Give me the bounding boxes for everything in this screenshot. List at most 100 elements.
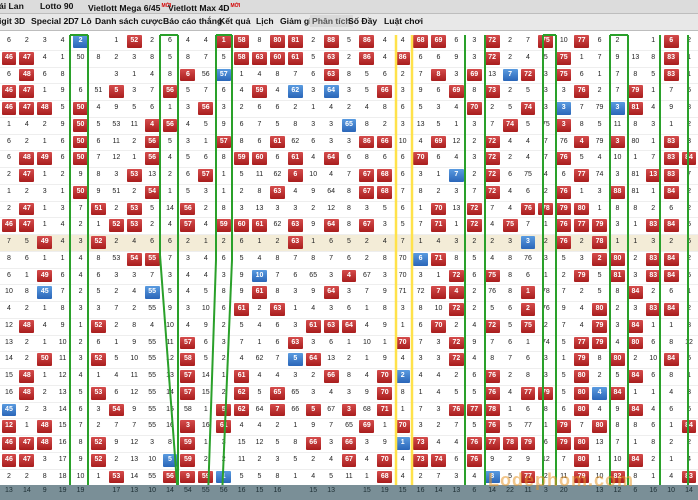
grid-cell: 4: [239, 355, 244, 363]
grid-cell: 4: [472, 355, 477, 363]
row-divider: [0, 83, 698, 85]
grid-cell: 17: [58, 455, 67, 463]
grid-cell: 4: [472, 472, 477, 480]
grid-cell: 6: [347, 154, 351, 162]
grid-cell: 48: [19, 386, 35, 400]
grid-cell: 70: [377, 370, 393, 383]
grid-cell: 9: [311, 187, 316, 195]
grid-cell: 4: [329, 455, 334, 463]
grid-cell: 84: [663, 269, 679, 283]
grid-cell: 65: [269, 386, 285, 400]
grid-cell: 9: [364, 388, 369, 396]
grid-cell: 8: [669, 372, 674, 379]
grid-cell: 3: [615, 321, 620, 329]
top-nav-item-2[interactable]: Vietlott Mega 6/45MỚI: [88, 0, 171, 14]
grid-cell: 1: [42, 305, 47, 312]
grid-cell: 8: [96, 254, 101, 262]
grid-cell: 1: [364, 305, 369, 312]
menu-item-10[interactable]: Luật chơi: [384, 15, 423, 27]
grid-cell: 9: [221, 120, 226, 128]
footer-cell: 15: [255, 487, 264, 494]
grid-cell: 10: [613, 455, 622, 463]
top-nav-item-0[interactable]: ái Lan: [0, 0, 24, 12]
grid-cell: 4: [579, 305, 584, 312]
menu-item-1[interactable]: Special 2D: [31, 15, 74, 27]
grid-cell: 13: [166, 372, 174, 379]
grid-cell: 6: [436, 87, 441, 95]
grid-cell: 15: [5, 372, 13, 379]
grid-cell: 63: [287, 219, 303, 232]
grid-cell: 7: [418, 221, 423, 229]
grid-cell: 62: [255, 355, 264, 363]
grid-cell: 47: [19, 453, 35, 467]
grid-cell: 54: [108, 403, 124, 417]
grid-cell: 5: [454, 388, 459, 396]
grid-cell: 81: [287, 35, 303, 48]
grid-cell: 59: [252, 85, 267, 98]
top-nav-item-3[interactable]: Vietlott Max 4DMỚI: [168, 0, 240, 14]
grid-cell: 5: [203, 288, 208, 296]
grid-cell: 66: [291, 405, 300, 413]
grid-cell: 2: [185, 238, 190, 245]
grid-cell: 5: [472, 422, 477, 430]
grid-cell: 83: [663, 152, 679, 165]
grid-cell: 2: [132, 187, 137, 195]
grid-cell: 8: [60, 305, 65, 312]
grid-cell: 8: [508, 271, 513, 279]
footer-cell: 15: [362, 487, 371, 494]
grid-cell: 5: [239, 472, 244, 480]
grid-cell: 45: [37, 286, 53, 299]
grid-cell: 48: [19, 152, 35, 165]
grid-cell: 72: [484, 169, 500, 182]
footer-cell: 13: [5, 487, 13, 494]
grid-cell: 4: [454, 439, 459, 446]
grid-cell: 12: [452, 137, 461, 145]
grid-cell: 7: [329, 254, 334, 262]
menu-item-0[interactable]: igit 3D: [0, 15, 25, 27]
menu-item-2[interactable]: 7 Lô: [74, 15, 92, 27]
grid-cell: 3: [651, 238, 656, 245]
grid-cell: 10: [434, 305, 443, 312]
footer-cell: 19: [380, 487, 389, 494]
grid-cell: 1: [400, 321, 405, 329]
grid-cell: 1: [42, 137, 47, 145]
menu-item-9[interactable]: Số Đầy: [348, 15, 377, 27]
grid-cell: 3: [185, 104, 190, 111]
grid-cell: 76: [574, 85, 590, 98]
grid-cell: 79: [592, 336, 607, 350]
grid-cell: 75: [502, 219, 518, 232]
grid-cell: 66: [305, 437, 321, 450]
menu-item-6[interactable]: Lịch: [256, 15, 274, 27]
grid-cell: 10: [559, 37, 568, 44]
grid-cell: 1: [615, 238, 620, 245]
grid-cell: 1: [651, 321, 656, 329]
grid-cell: 4: [6, 305, 11, 312]
menu-item-8[interactable]: Phân tích: [310, 15, 353, 27]
menu-item-4[interactable]: Báo cáo thắng: [163, 15, 222, 27]
top-nav-item-1[interactable]: Lotto 90: [40, 0, 73, 12]
grid-cell: 6: [221, 87, 226, 95]
grid-cell: 8: [311, 254, 316, 262]
grid-cell: 8: [293, 120, 298, 128]
grid-cell: 7: [579, 422, 584, 430]
grid-cell: 15: [166, 405, 174, 413]
grid-cell: 5: [203, 120, 208, 128]
grid-cell: 5: [490, 305, 495, 312]
menu-item-5[interactable]: Kết quả: [219, 15, 251, 27]
grid-cell: 1: [597, 455, 602, 463]
grid-cell: 80: [269, 35, 285, 48]
menu-item-3[interactable]: Danh sách cược: [95, 15, 163, 27]
grid-cell: 12: [166, 355, 174, 363]
grid-cell: 53: [126, 219, 142, 232]
grid-cell: 73: [484, 85, 500, 98]
grid-cell: 7: [543, 154, 548, 162]
grid-cell: 57: [216, 68, 232, 82]
grid-cell: 3: [436, 405, 441, 413]
grid-cell: 3: [60, 204, 65, 212]
grid-cell: 8: [633, 422, 638, 430]
grid-cell: 5: [364, 87, 369, 95]
footer-cell: 16: [273, 487, 282, 494]
grid-cell: 76: [484, 370, 500, 383]
grid-cell: 6: [6, 70, 11, 78]
grid-cell: 5: [168, 137, 172, 145]
